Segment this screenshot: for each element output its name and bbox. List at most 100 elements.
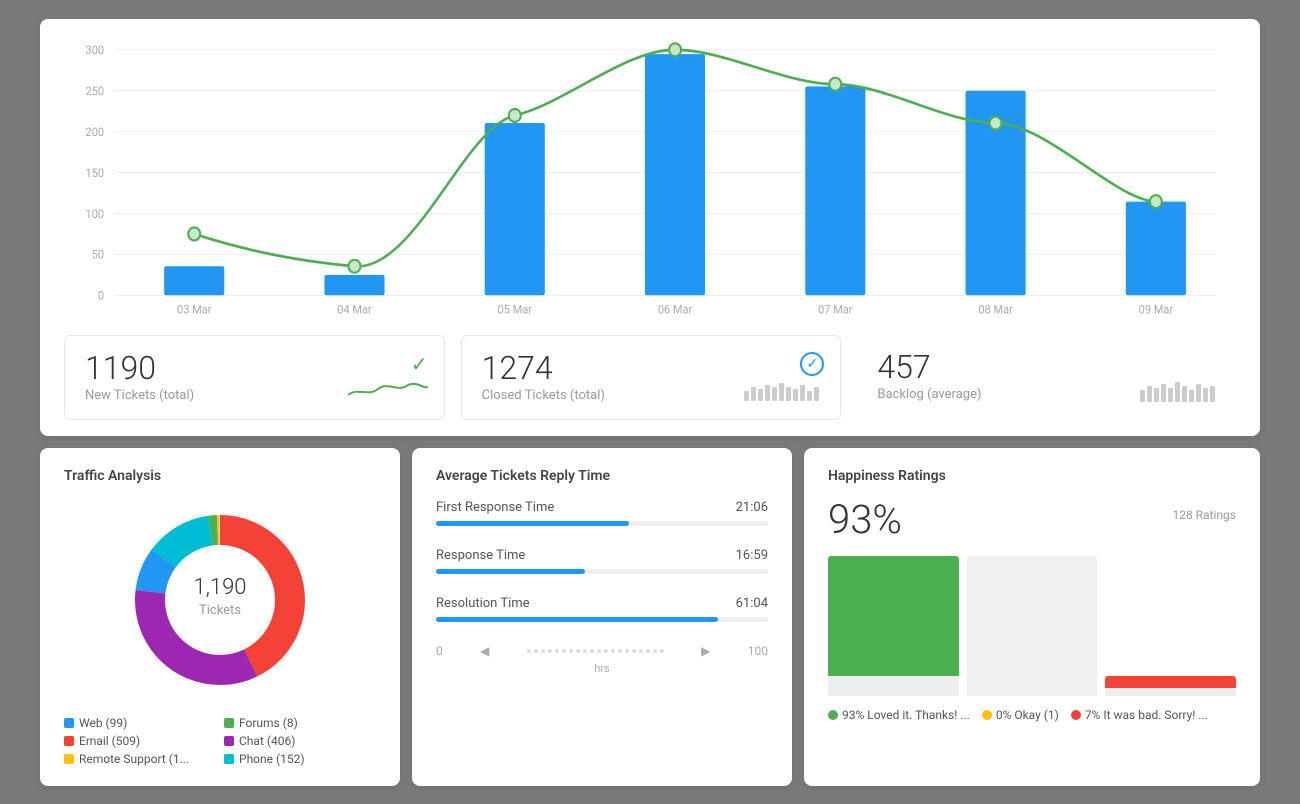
- sparkline-backlog: [1140, 378, 1220, 406]
- svg-text:09 Mar: 09 Mar: [1139, 302, 1174, 316]
- bar-09mar: [1126, 201, 1186, 295]
- dot-07mar: [829, 77, 841, 90]
- loved-label: 93% Loved it. Thanks! ...: [842, 708, 970, 722]
- legend-okay: 0% Okay (1): [982, 708, 1059, 722]
- first-response-value: 21:06: [736, 500, 768, 515]
- bad-label: 7% It was bad. Sorry! ...: [1085, 708, 1208, 722]
- sparkline-new-tickets: [348, 377, 428, 405]
- scale-row: 0 ◀: [436, 644, 768, 658]
- bar-06mar: [645, 54, 705, 295]
- svg-text:1,190: 1,190: [193, 575, 246, 600]
- bar-green: [828, 556, 959, 676]
- bottom-row: Traffic Analysis 1,190 Tickets: [40, 448, 1260, 786]
- dot-08mar: [990, 116, 1002, 129]
- legend-forums: Forums (8): [224, 716, 376, 730]
- phone-dot: [224, 754, 234, 764]
- bar-red: [1105, 676, 1236, 688]
- remote-dot: [64, 754, 74, 764]
- forums-label: Forums (8): [239, 716, 298, 730]
- bar-05mar: [485, 123, 545, 295]
- bar-07mar: [805, 86, 865, 295]
- svg-text:07 Mar: 07 Mar: [818, 302, 853, 316]
- main-chart: 300 250 200 150 100 50 0: [64, 39, 1236, 319]
- svg-text:150: 150: [86, 165, 105, 179]
- bar-empty: [967, 556, 1098, 696]
- traffic-legend: Web (99) Forums (8) Email (509) Chat (40…: [64, 716, 376, 766]
- stat-new-tickets: 1190 New Tickets (total) ✓: [64, 335, 445, 420]
- first-response-name: First Response Time: [436, 500, 554, 515]
- metric-first-response: First Response Time 21:06: [436, 500, 768, 526]
- svg-text:300: 300: [86, 42, 105, 56]
- sparkline-closed-tickets: [744, 377, 824, 405]
- dot-04mar: [348, 259, 360, 272]
- check-blue-icon: ✓: [800, 352, 824, 376]
- chat-dot: [224, 736, 234, 746]
- happiness-bar-3: [1105, 556, 1236, 696]
- bad-dot: [1071, 710, 1081, 720]
- dot-09mar: [1150, 195, 1162, 208]
- email-label: Email (509): [79, 734, 140, 748]
- svg-text:03 Mar: 03 Mar: [177, 302, 212, 316]
- svg-text:06 Mar: 06 Mar: [658, 302, 693, 316]
- bar-04mar: [324, 274, 384, 294]
- happiness-title: Happiness Ratings: [828, 468, 1236, 484]
- okay-dot: [982, 710, 992, 720]
- happiness-bars: [828, 556, 1236, 696]
- response-name: Response Time: [436, 548, 525, 563]
- happiness-percentage: 93%: [828, 500, 902, 540]
- donut-chart: 1,190 Tickets: [64, 500, 376, 700]
- svg-text:0: 0: [98, 288, 104, 302]
- ratings-count: 128 Ratings: [1172, 508, 1236, 522]
- scale-right-arrow: ▶: [701, 644, 710, 658]
- resolution-fill: [436, 617, 718, 622]
- dot-05mar: [509, 109, 521, 122]
- web-dot: [64, 718, 74, 728]
- web-label: Web (99): [79, 716, 127, 730]
- top-panel: 300 250 200 150 100 50 0: [40, 19, 1260, 436]
- scale-dots: [527, 649, 664, 653]
- happiness-panel: Happiness Ratings 93% 128 Ratings: [804, 448, 1260, 786]
- svg-text:200: 200: [86, 124, 105, 138]
- scale-start: 0: [436, 644, 443, 658]
- check-green-icon: ✓: [411, 352, 428, 376]
- loved-dot: [828, 710, 838, 720]
- resolution-bar: [436, 617, 768, 622]
- remote-label: Remote Support (1...: [79, 752, 189, 766]
- response-fill: [436, 569, 585, 574]
- svg-text:50: 50: [92, 247, 104, 261]
- legend-remote: Remote Support (1...: [64, 752, 216, 766]
- resolution-name: Resolution Time: [436, 596, 530, 611]
- traffic-title: Traffic Analysis: [64, 468, 376, 484]
- phone-label: Phone (152): [239, 752, 305, 766]
- stats-row: 1190 New Tickets (total) ✓ 1274 Closed T…: [64, 335, 1236, 420]
- legend-web: Web (99): [64, 716, 216, 730]
- bar-03mar: [164, 266, 224, 295]
- svg-text:08 Mar: 08 Mar: [978, 302, 1013, 316]
- happiness-bar-2: [967, 556, 1098, 696]
- first-response-fill: [436, 521, 629, 526]
- email-dot: [64, 736, 74, 746]
- svg-text:Tickets: Tickets: [199, 603, 241, 618]
- first-response-bar: [436, 521, 768, 526]
- resolution-value: 61:04: [736, 596, 768, 611]
- happiness-bar-1: [828, 556, 959, 696]
- chat-label: Chat (406): [239, 734, 295, 748]
- scale-left-arrow: ◀: [480, 644, 489, 658]
- reply-panel: Average Tickets Reply Time First Respons…: [412, 448, 792, 786]
- scale-end: 100: [748, 644, 768, 658]
- happiness-legend: 93% Loved it. Thanks! ... 0% Okay (1) 7%…: [828, 708, 1236, 722]
- okay-label: 0% Okay (1): [996, 708, 1059, 722]
- stat-backlog: 457 Backlog (average): [857, 335, 1236, 420]
- metric-resolution: Resolution Time 61:04: [436, 596, 768, 622]
- legend-email: Email (509): [64, 734, 216, 748]
- response-value: 16:59: [736, 548, 768, 563]
- legend-loved: 93% Loved it. Thanks! ...: [828, 708, 970, 722]
- dot-03mar: [188, 227, 200, 240]
- reply-title: Average Tickets Reply Time: [436, 468, 768, 484]
- scale-unit: hrs: [436, 662, 768, 675]
- bar-base: [828, 676, 959, 696]
- legend-chat: Chat (406): [224, 734, 376, 748]
- svg-text:05 Mar: 05 Mar: [498, 302, 533, 316]
- dashboard: 300 250 200 150 100 50 0: [40, 19, 1260, 786]
- svg-text:100: 100: [86, 206, 105, 220]
